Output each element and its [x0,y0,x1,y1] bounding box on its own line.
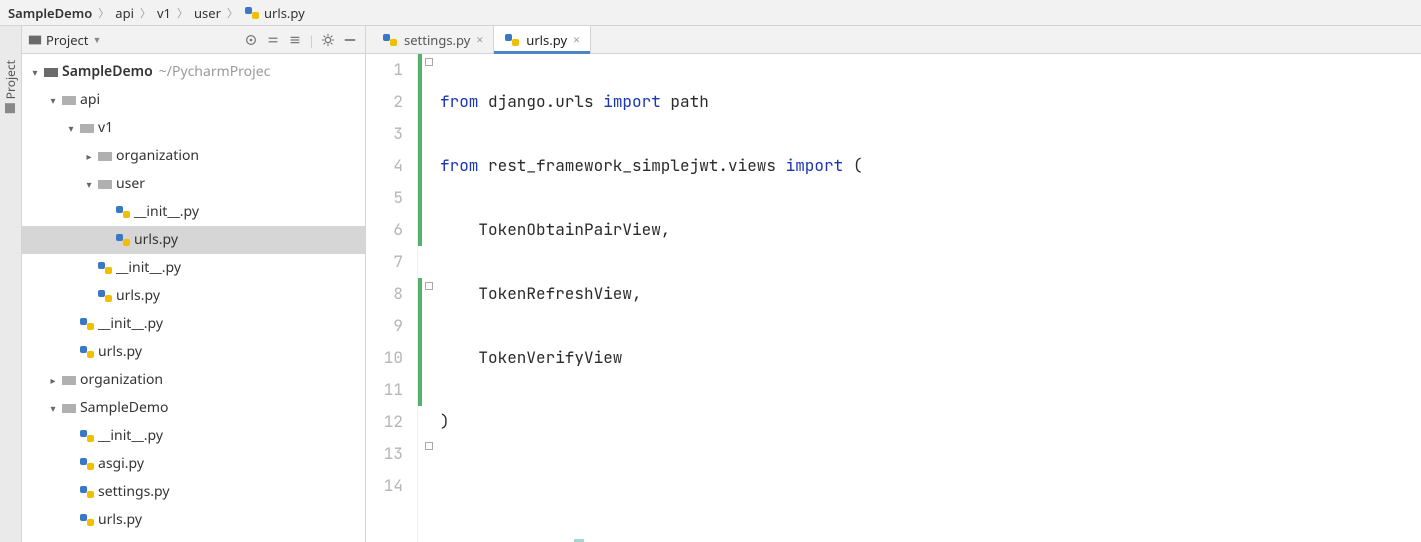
chevron-right-icon: 〉 [96,5,111,21]
left-tool-strip: Project [0,26,22,542]
python-file-icon [114,203,132,221]
tree-node-file[interactable]: __init__.py [22,310,365,338]
tree-label: organization [80,369,163,391]
folder-icon [96,147,114,165]
python-file-icon [244,5,260,21]
tree-label: organization [116,145,199,167]
tree-label: __init__.py [98,425,163,447]
tree-label: api [80,89,100,111]
tree-label: urls.py [116,285,160,307]
tree-label: settings.py [98,481,170,503]
locate-icon[interactable] [242,31,260,49]
project-tool-icon [6,103,16,113]
chevron-down-icon[interactable]: ▾ [46,397,60,419]
editor-tab-urls[interactable]: urls.py × [494,26,591,53]
tree-label: __init__.py [98,313,163,335]
folder-icon [60,91,78,109]
chevron-down-icon[interactable]: ▾ [46,89,60,111]
tree-label: user [116,173,145,195]
folder-icon [96,175,114,193]
folder-icon [60,371,78,389]
chevron-right-icon[interactable]: ▸ [46,369,60,391]
tree-node-file[interactable]: asgi.py [22,450,365,478]
chevron-down-icon[interactable]: ▾ [28,61,42,83]
breadcrumb-seg-file[interactable]: urls.py [244,4,305,22]
python-file-icon [96,259,114,277]
python-file-icon [96,287,114,305]
line-number-gutter[interactable]: 1234567891011121314 [366,54,418,542]
hide-icon[interactable] [341,31,359,49]
chevron-right-icon: 〉 [225,5,240,21]
tree-node-file[interactable]: __init__.py [22,254,365,282]
breadcrumb-bar: SampleDemo 〉 api 〉 v1 〉 user 〉 urls.py [0,0,1421,26]
tree-node-file[interactable]: settings.py [22,478,365,506]
tree-node-file-selected[interactable]: urls.py [22,226,365,254]
fold-gutter[interactable] [422,54,436,542]
python-file-icon [78,455,96,473]
tree-node-api[interactable]: ▾ api [22,86,365,114]
tree-label: urls.py [98,509,142,531]
folder-icon [60,399,78,417]
project-tree[interactable]: ▾ SampleDemo ~/PycharmProjec ▾ api ▾ v1 … [22,54,365,542]
python-file-icon [78,343,96,361]
tree-label: SampleDemo [62,61,153,83]
gear-icon[interactable] [319,31,337,49]
tree-hint: ~/PycharmProjec [159,61,271,83]
editor-tab-settings[interactable]: settings.py × [372,26,494,53]
tree-label: __init__.py [134,201,199,223]
project-tool-window: Project ▼ | ▾ SampleDemo ~/PycharmProjec… [22,26,366,542]
expand-all-icon[interactable] [264,31,282,49]
python-file-icon [78,315,96,333]
tree-node-organization[interactable]: ▸ organization [22,142,365,170]
folder-icon [78,119,96,137]
tree-label: urls.py [98,341,142,363]
close-icon[interactable]: × [573,31,580,48]
chevron-right-icon[interactable]: ▸ [82,145,96,167]
chevron-down-icon[interactable]: ▾ [82,173,96,195]
tree-node-v1[interactable]: ▾ v1 [22,114,365,142]
project-tool-header: Project ▼ | [22,26,365,54]
tree-node-file[interactable]: __init__.py [22,198,365,226]
tree-label: SampleDemo [80,397,168,419]
editor-tab-bar: settings.py × urls.py × [366,26,1421,54]
chevron-right-icon: 〉 [175,5,190,21]
breadcrumb-seg-user[interactable]: user [194,4,221,22]
python-file-icon [114,231,132,249]
breadcrumb-seg-root[interactable]: SampleDemo [8,4,92,22]
code-content[interactable]: from django.urls import path from rest_f… [436,54,1421,542]
editor-tab-label: settings.py [404,31,470,49]
python-file-icon [382,32,398,48]
python-file-icon [504,32,520,48]
breadcrumb-seg-v1[interactable]: v1 [157,4,171,22]
tree-node-file[interactable]: __init__.py [22,422,365,450]
python-file-icon [78,483,96,501]
tree-node-file[interactable]: urls.py [22,338,365,366]
tree-node-root[interactable]: ▾ SampleDemo ~/PycharmProjec [22,58,365,86]
tree-label: urls.py [134,229,178,251]
collapse-all-icon[interactable] [286,31,304,49]
project-tool-title[interactable]: Project ▼ [28,31,101,49]
python-file-icon [78,427,96,445]
folder-icon [42,63,60,81]
chevron-right-icon: 〉 [138,5,153,21]
chevron-down-icon[interactable]: ▾ [64,117,78,139]
tree-label: v1 [98,117,113,139]
tree-node-file[interactable]: urls.py [22,282,365,310]
tool-window-tab-project[interactable]: Project [0,54,21,119]
tree-label: asgi.py [98,453,144,475]
python-file-icon [78,511,96,529]
tree-node-file[interactable]: urls.py [22,506,365,534]
tree-label: __init__.py [116,257,181,279]
tree-node-sampledemo[interactable]: ▾ SampleDemo [22,394,365,422]
project-icon [28,33,42,47]
editor-tab-label: urls.py [526,31,567,49]
code-editor[interactable]: 1234567891011121314 from django.urls imp… [366,54,1421,542]
close-icon[interactable]: × [476,31,483,48]
editor-area: settings.py × urls.py × 1234567891011121… [366,26,1421,542]
breadcrumb-seg-api[interactable]: api [115,4,134,22]
tree-node-organization[interactable]: ▸ organization [22,366,365,394]
separator: | [308,31,315,49]
tree-node-user[interactable]: ▾ user [22,170,365,198]
